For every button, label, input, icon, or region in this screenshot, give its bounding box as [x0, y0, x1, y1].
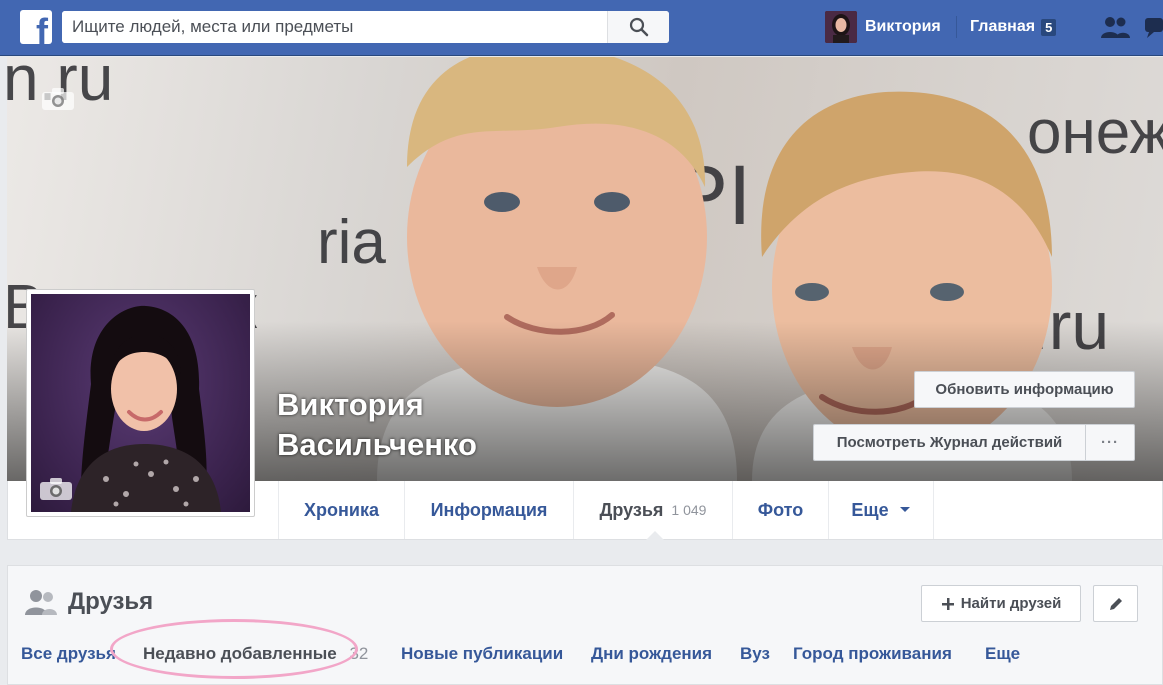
- tab-label: Еще: [851, 499, 889, 520]
- tab-label: Хроника: [304, 499, 379, 520]
- subtab-birthdays[interactable]: Дни рождения: [591, 644, 712, 664]
- tab-more[interactable]: Еще: [828, 481, 934, 539]
- recently-added-count: 32: [349, 644, 369, 663]
- home-badge: 5: [1041, 18, 1057, 36]
- search-button[interactable]: [607, 11, 669, 43]
- subtab-label: Еще: [985, 644, 1021, 663]
- find-friends-label: Найти друзей: [960, 595, 1062, 612]
- subtab-new-posts[interactable]: Новые публикации: [401, 644, 563, 664]
- update-info-label: Обновить информацию: [935, 381, 1114, 398]
- subtab-label: Дни рождения: [591, 644, 713, 663]
- subtab-label: Все друзья: [21, 644, 116, 663]
- profile-picture[interactable]: [26, 289, 255, 517]
- update-info-button[interactable]: Обновить информацию: [914, 371, 1135, 408]
- subtab-label: Недавно добавленные: [143, 644, 337, 663]
- active-tab-caret: [646, 531, 664, 540]
- tab-label: Фото: [757, 499, 804, 520]
- friends-count: 1 049: [671, 502, 707, 518]
- tab-label: Информация: [430, 499, 548, 520]
- pencil-icon: [1109, 597, 1122, 610]
- subtab-label: Новые публикации: [401, 644, 564, 663]
- subtab-label: Вуз: [740, 644, 770, 663]
- more-options-icon: ···: [1101, 434, 1119, 451]
- subtab-all-friends[interactable]: Все друзья: [21, 644, 116, 664]
- top-bar: f Виктория Главная 5: [0, 0, 1163, 56]
- find-friends-button[interactable]: Найти друзей: [921, 585, 1081, 622]
- profile-name-line2: Васильченко: [277, 427, 477, 462]
- subtab-more[interactable]: Еще: [985, 644, 1020, 664]
- top-user-name: Виктория: [865, 18, 941, 35]
- edit-button[interactable]: [1093, 585, 1138, 622]
- search-box: [62, 11, 669, 43]
- subtab-college[interactable]: Вуз: [740, 644, 770, 664]
- activity-log-button[interactable]: Посмотреть Журнал действий: [813, 424, 1085, 461]
- friends-heading: Друзья: [68, 588, 154, 615]
- activity-log-label: Посмотреть Журнал действий: [836, 434, 1063, 451]
- cover-camera-icon[interactable]: [41, 87, 75, 111]
- plus-icon: [941, 597, 954, 610]
- subtab-label: Город проживания: [793, 644, 952, 663]
- tab-timeline[interactable]: Хроника: [278, 481, 404, 539]
- search-input[interactable]: [62, 11, 607, 43]
- tab-about[interactable]: Информация: [404, 481, 573, 539]
- top-user-link[interactable]: Виктория: [825, 11, 941, 43]
- profile-name-line1: Виктория: [277, 387, 424, 422]
- home-link[interactable]: Главная 5: [970, 14, 1057, 40]
- facebook-logo-icon[interactable]: f: [20, 10, 52, 44]
- subtab-recently-added[interactable]: Недавно добавленные 32: [143, 644, 368, 664]
- messages-icon[interactable]: [1143, 14, 1163, 47]
- avatar: [825, 11, 857, 43]
- divider: [956, 16, 957, 38]
- friends-icon: [24, 588, 58, 621]
- tab-photos[interactable]: Фото: [732, 481, 828, 539]
- friends-section: Друзья Найти друзей Все друзья Недавно д…: [7, 565, 1163, 685]
- profile-name[interactable]: Виктория Васильченко: [277, 385, 477, 465]
- more-options-button[interactable]: ···: [1085, 424, 1135, 461]
- profile-camera-icon[interactable]: [39, 477, 73, 501]
- tab-label: Друзья: [599, 499, 664, 520]
- home-label: Главная: [970, 18, 1036, 35]
- friend-requests-icon[interactable]: [1099, 14, 1131, 47]
- caret-down-icon: [899, 507, 910, 512]
- subtab-current-city[interactable]: Город проживания: [793, 644, 952, 664]
- search-icon: [629, 17, 648, 37]
